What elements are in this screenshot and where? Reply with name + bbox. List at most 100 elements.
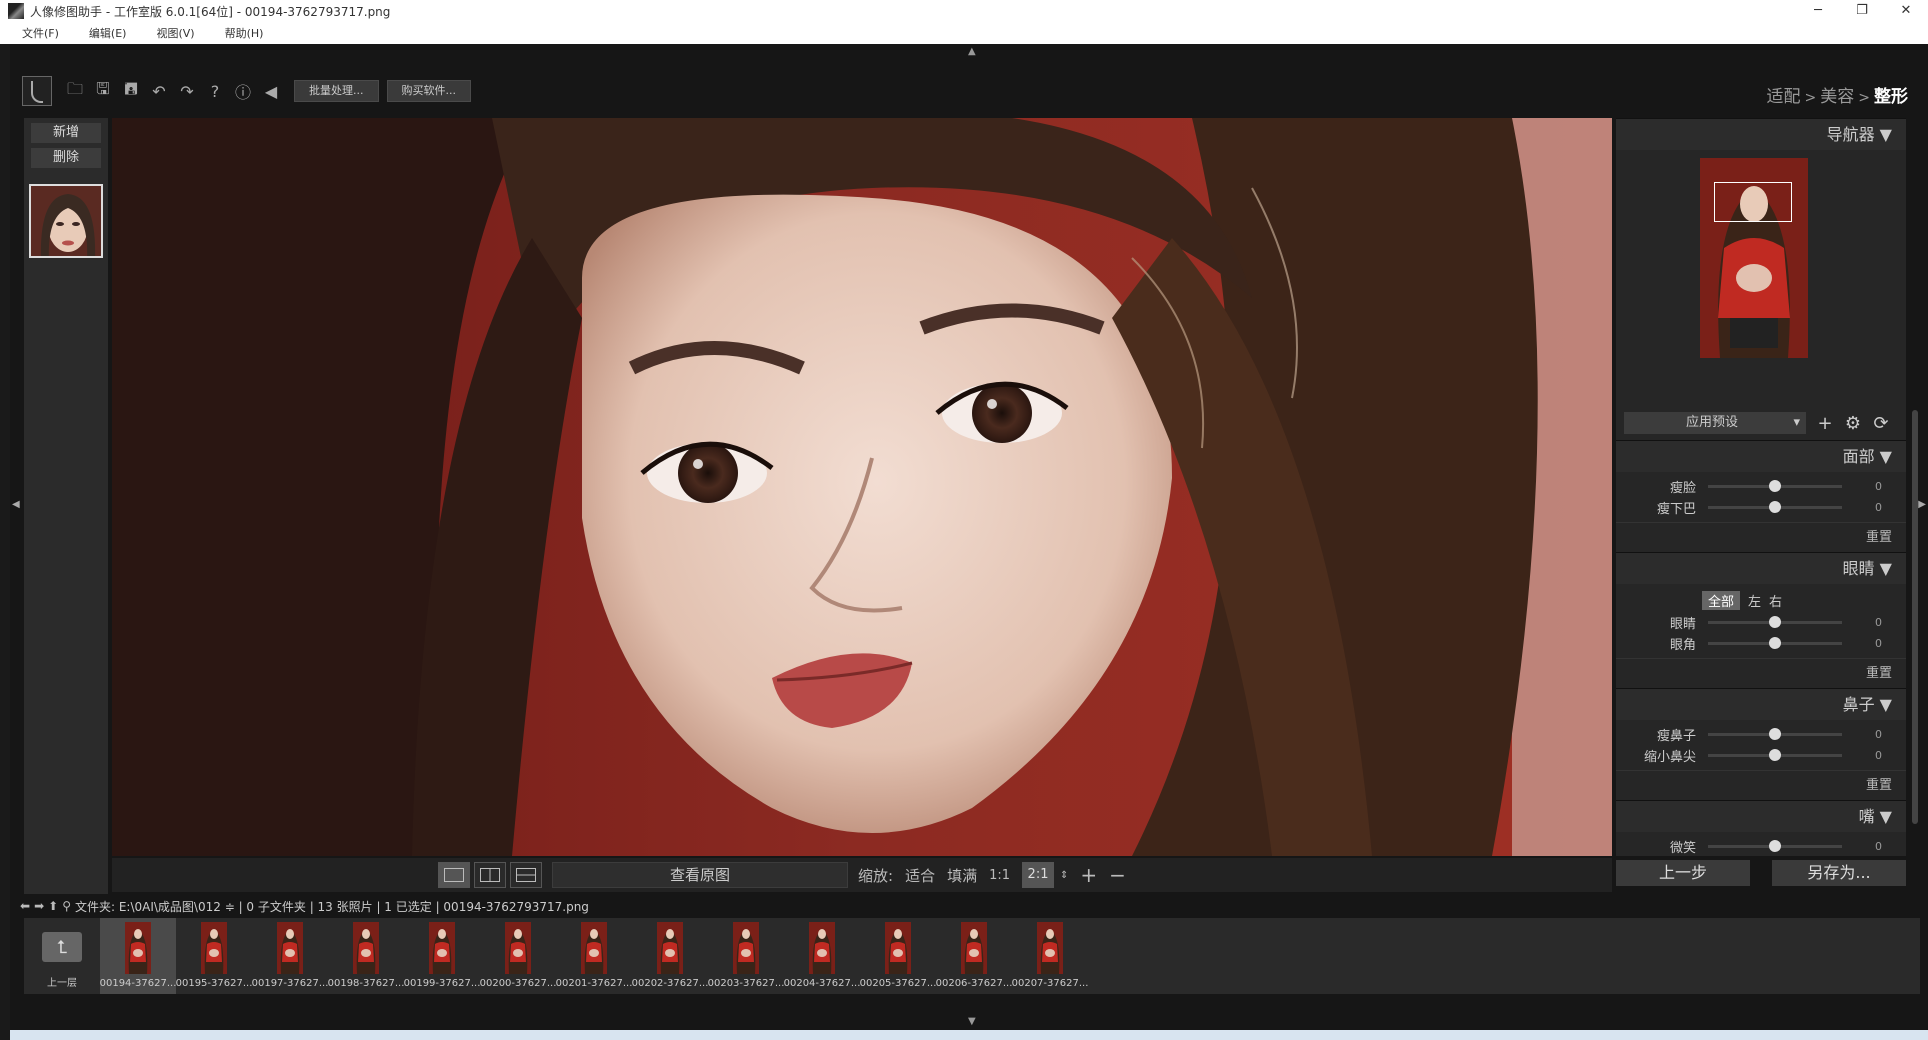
undo-step-button[interactable]: 上一步 <box>1616 860 1750 886</box>
speaker-icon[interactable]: ◀ <box>258 78 284 104</box>
menu-view[interactable]: 视图(V) <box>156 25 194 41</box>
back-arrow-icon[interactable]: ⬅ <box>20 899 30 913</box>
slider-track[interactable] <box>1708 840 1842 852</box>
zoom-in-button[interactable]: + <box>1080 863 1097 887</box>
slider-knob[interactable] <box>1769 637 1781 649</box>
eyes-reset-button[interactable]: 重置 <box>1616 658 1906 688</box>
right-panel-scrollbar[interactable] <box>1912 410 1918 824</box>
delete-button[interactable]: 删除 <box>31 148 101 168</box>
save-as-button[interactable]: 另存为... <box>1772 860 1906 886</box>
slider-track[interactable] <box>1708 749 1842 761</box>
batch-button[interactable]: 批量处理... <box>294 80 379 102</box>
navigator-viewport[interactable] <box>1714 182 1792 222</box>
menu-edit[interactable]: 编辑(E) <box>89 25 127 41</box>
slider-track[interactable] <box>1708 480 1842 492</box>
film-thumbnail[interactable]: 00206-37627... <box>936 918 1012 994</box>
top-bottom-button[interactable] <box>510 862 542 888</box>
slider-knob[interactable] <box>1769 840 1781 852</box>
nose-header[interactable]: 鼻子 ▼ <box>1616 688 1906 720</box>
eyes-header[interactable]: 眼睛 ▼ <box>1616 552 1906 584</box>
refresh-icon[interactable]: ⟳ <box>1872 413 1890 434</box>
undo-icon[interactable]: ↶ <box>146 78 172 104</box>
zoom-1to1-button[interactable]: 1:1 <box>989 868 1010 883</box>
preset-select[interactable]: 应用预设 <box>1624 412 1806 434</box>
film-thumbnail[interactable]: 00201-37627... <box>556 918 632 994</box>
mouth-header[interactable]: 嘴 ▼ <box>1616 800 1906 832</box>
film-thumbnail[interactable]: 00198-37627... <box>328 918 404 994</box>
film-label: 00205-37627... <box>859 978 937 989</box>
tab-left-eye[interactable]: 左 <box>1748 591 1761 610</box>
filmstrip-items: 00194-37627... 00195-37627... 00197-37627.… <box>100 918 1088 994</box>
nose-sliders: 瘦鼻子 0 缩小鼻尖 0 <box>1616 720 1906 770</box>
minimize-button[interactable]: ─ <box>1796 0 1840 22</box>
zoom-fill-button[interactable]: 填满 <box>947 865 977 886</box>
menu-file[interactable]: 文件(F) <box>22 25 59 41</box>
photo-canvas[interactable] <box>112 118 1612 856</box>
collapse-top-icon[interactable]: ▲ <box>968 46 976 57</box>
folder-status: 文件夹: E:\0AI\成品图\012 ≑ | 0 子文件夹 | 13 张照片 … <box>74 899 589 914</box>
info-icon[interactable]: ⓘ <box>230 78 256 104</box>
up-arrow-icon[interactable]: ⬆ <box>48 899 58 913</box>
navigator-thumbnail[interactable] <box>1700 158 1808 358</box>
collapse-left-icon[interactable]: ◀ <box>12 499 20 510</box>
photo-thumbnail <box>505 922 531 974</box>
slider-knob[interactable] <box>1769 749 1781 761</box>
save-icon[interactable]: 🖫 <box>90 78 116 104</box>
face-header[interactable]: 面部 ▼ <box>1616 440 1906 472</box>
step-shape[interactable]: 整形 <box>1874 87 1908 107</box>
add-preset-icon[interactable]: + <box>1816 413 1834 434</box>
side-by-side-button[interactable] <box>474 862 506 888</box>
collapse-bottom-icon[interactable]: ▼ <box>968 1016 976 1027</box>
film-thumbnail[interactable]: 00205-37627... <box>860 918 936 994</box>
slider-knob[interactable] <box>1769 480 1781 492</box>
add-button[interactable]: 新增 <box>31 123 101 143</box>
zoom-stepper-icon[interactable]: ⇕ <box>1060 870 1068 881</box>
face-reset-button[interactable]: 重置 <box>1616 522 1906 552</box>
film-thumbnail[interactable]: 00195-37627... <box>176 918 252 994</box>
tab-right-eye[interactable]: 右 <box>1769 591 1782 610</box>
film-thumbnail[interactable]: 00199-37627... <box>404 918 480 994</box>
face-thumbnail[interactable] <box>29 184 103 258</box>
slider-track[interactable] <box>1708 616 1842 628</box>
gear-icon[interactable]: ⚙ <box>1844 413 1862 434</box>
save-as-icon[interactable]: 🖪 <box>118 78 144 104</box>
zoom-out-button[interactable]: − <box>1109 863 1126 887</box>
help-icon[interactable]: ? <box>202 78 228 104</box>
menu-bar: 文件(F) 编辑(E) 视图(V) 帮助(H) <box>0 22 1928 44</box>
slider-track[interactable] <box>1708 728 1842 740</box>
maximize-button[interactable]: ❐ <box>1840 0 1884 22</box>
split-horizontal-icon <box>516 868 536 882</box>
zoom-fit-button[interactable]: 适合 <box>905 865 935 886</box>
film-thumbnail[interactable]: 00204-37627... <box>784 918 860 994</box>
film-thumbnail[interactable]: 00197-37627... <box>252 918 328 994</box>
view-original-button[interactable]: 查看原图 <box>552 862 848 888</box>
forward-arrow-icon[interactable]: ➡ <box>34 899 44 913</box>
nose-reset-button[interactable]: 重置 <box>1616 770 1906 800</box>
slider-track[interactable] <box>1708 637 1842 649</box>
film-thumbnail[interactable]: 00194-37627... <box>100 918 176 994</box>
film-thumbnail[interactable]: 00203-37627... <box>708 918 784 994</box>
menu-help[interactable]: 帮助(H) <box>225 25 264 41</box>
step-fit[interactable]: 适配 <box>1767 87 1801 107</box>
zoom-input[interactable]: 2:1 <box>1022 862 1055 888</box>
single-view-button[interactable] <box>438 862 470 888</box>
search-icon[interactable]: ⚲ <box>62 899 71 913</box>
parent-folder-button[interactable]: ⮤ 上一层 <box>24 918 100 994</box>
collapse-right-icon[interactable]: ▶ <box>1918 499 1926 510</box>
photo-thumbnail <box>201 922 227 974</box>
redo-icon[interactable]: ↷ <box>174 78 200 104</box>
film-thumbnail[interactable]: 00202-37627... <box>632 918 708 994</box>
navigator-header[interactable]: 导航器 ▼ <box>1616 118 1906 150</box>
close-button[interactable]: ✕ <box>1884 0 1928 22</box>
slider-knob[interactable] <box>1769 616 1781 628</box>
slider-knob[interactable] <box>1769 501 1781 513</box>
tab-both-eyes[interactable]: 全部 <box>1702 590 1741 610</box>
slider-track[interactable] <box>1708 501 1842 513</box>
step-beauty[interactable]: 美容 <box>1820 87 1854 107</box>
slider-knob[interactable] <box>1769 728 1781 740</box>
open-folder-icon[interactable]: 🗀 <box>62 78 88 104</box>
film-thumbnail[interactable]: 00207-37627... <box>1012 918 1088 994</box>
buy-button[interactable]: 购买软件... <box>386 80 471 102</box>
film-thumbnail[interactable]: 00200-37627... <box>480 918 556 994</box>
photo-thumbnail <box>961 922 987 974</box>
